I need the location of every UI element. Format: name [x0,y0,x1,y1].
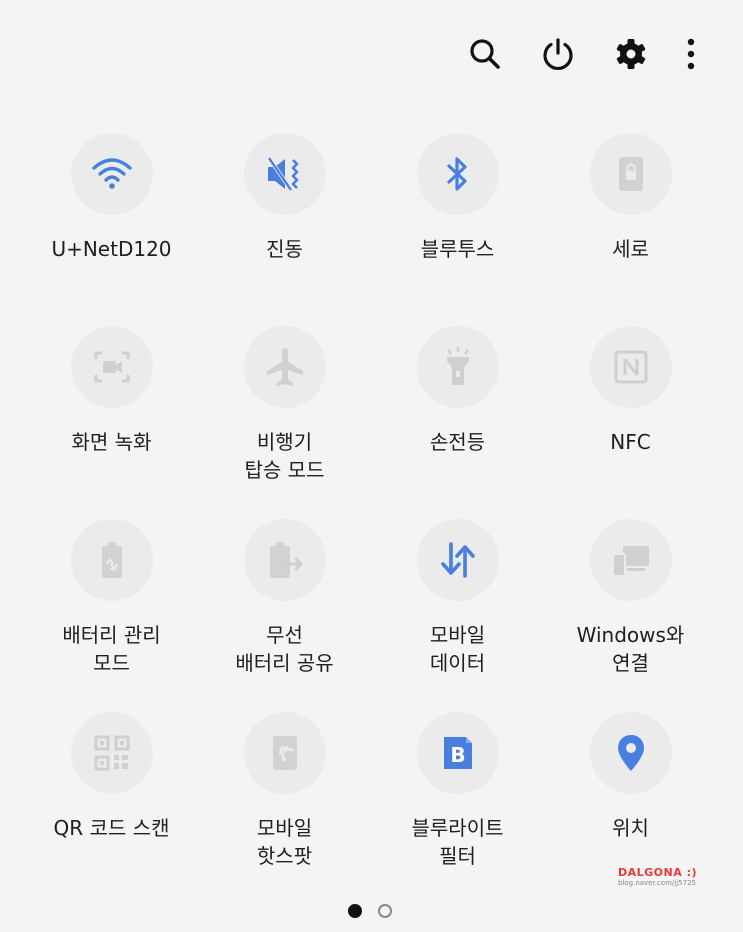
location-pin-icon [617,735,644,771]
tile-wireless-powershare[interactable]: 무선 배터리 공유 [198,519,371,712]
tile-qr-scanner-button[interactable] [70,712,153,794]
tile-battery-saver-button[interactable] [70,519,153,601]
tile-portrait-button[interactable] [589,133,672,215]
more-options-button[interactable] [667,28,715,80]
tile-hotspot-button[interactable] [243,712,326,794]
tile-flashlight[interactable]: 손전등 [371,326,544,519]
settings-gear-icon [616,39,645,69]
tile-vibrate-button[interactable] [243,133,326,215]
tile-vibrate[interactable]: 진동 [198,133,371,326]
airplane-icon [266,348,303,386]
tile-airplane-mode[interactable]: 비행기 탑승 모드 [198,326,371,519]
tile-bluetooth[interactable]: 블루투스 [371,133,544,326]
tile-battery-saver[interactable]: 배터리 관리 모드 [25,519,198,712]
tile-label: QR 코드 스캔 [53,816,170,840]
tile-mobile-data-button[interactable] [416,519,499,601]
bluetooth-icon [446,157,467,191]
tile-blue-light-filter-button[interactable]: B [416,712,499,794]
qr-code-icon [94,735,129,771]
tile-location-button[interactable] [589,712,672,794]
link-to-windows-icon [611,546,649,577]
tile-qr-scanner[interactable]: QR 코드 스캔 [25,712,198,905]
mobile-data-icon [440,542,475,578]
tile-label: 블루라이트 필터 [411,816,504,868]
page-indicator [348,904,392,918]
tile-label: 진동 [266,237,303,261]
more-vertical-icon [687,38,695,70]
quick-panel-toolbar [448,28,715,80]
power-icon [542,38,573,70]
watermark-url: blog.naver.com/jj5725 [617,879,696,887]
nfc-icon [614,350,647,384]
tile-wireless-powershare-button[interactable] [243,519,326,601]
tile-link-to-windows-button[interactable] [589,519,672,601]
tile-label: 배터리 관리 모드 [62,623,161,675]
watermark: DALGONA :) blog.naver.com/jj5725 [618,866,697,887]
tile-screen-record-button[interactable] [70,326,153,408]
tile-bluetooth-button[interactable] [416,133,499,215]
settings-button[interactable] [594,28,667,80]
wireless-powershare-icon [269,542,302,578]
search-icon [469,39,500,69]
tile-label: Windows와 연결 [576,623,685,675]
tile-screen-record[interactable]: 화면 녹화 [25,326,198,519]
portrait-lock-icon [618,157,643,191]
tile-nfc-button[interactable] [589,326,672,408]
tile-wifi[interactable]: U+NetD120 [25,133,198,326]
tile-label: NFC [610,430,651,454]
tile-label: 화면 녹화 [71,430,152,454]
tile-label: 손전등 [429,430,486,454]
power-button[interactable] [521,28,594,80]
tile-label: 블루투스 [420,237,495,261]
tile-label: 비행기 탑승 모드 [244,430,325,482]
tile-flashlight-button[interactable] [416,326,499,408]
tile-airplane-mode-button[interactable] [243,326,326,408]
tile-label: U+NetD120 [51,237,172,261]
tile-mobile-data[interactable]: 모바일 데이터 [371,519,544,712]
tile-label: 모바일 핫스팟 [256,816,313,868]
tile-link-to-windows[interactable]: Windows와 연결 [544,519,717,712]
blue-light-filter-icon: B [443,737,472,769]
quick-settings-grid: U+NetD120 진동 블루투스 세로 화면 녹화 비행기 탑승 모드 손전등… [25,133,717,905]
tile-portrait[interactable]: 세로 [544,133,717,326]
search-button[interactable] [448,28,521,80]
tile-label: 무선 배터리 공유 [235,623,334,675]
page-dot-1[interactable] [348,904,362,918]
tile-wifi-button[interactable] [70,133,153,215]
tile-hotspot[interactable]: 모바일 핫스팟 [198,712,371,905]
page-dot-2[interactable] [378,904,392,918]
vibrate-icon [266,156,298,192]
wifi-icon [91,158,132,189]
flashlight-icon [446,347,469,385]
battery-saver-icon [101,542,122,578]
tile-label: 모바일 데이터 [429,623,486,675]
screen-record-icon [94,351,129,383]
tile-label: 세로 [612,237,649,261]
svg-text:B: B [450,743,465,767]
tile-blue-light-filter[interactable]: B 블루라이트 필터 [371,712,544,905]
tile-nfc[interactable]: NFC [544,326,717,519]
hotspot-icon [272,736,297,770]
tile-label: 위치 [612,816,649,840]
watermark-title: DALGONA :) [617,866,697,879]
